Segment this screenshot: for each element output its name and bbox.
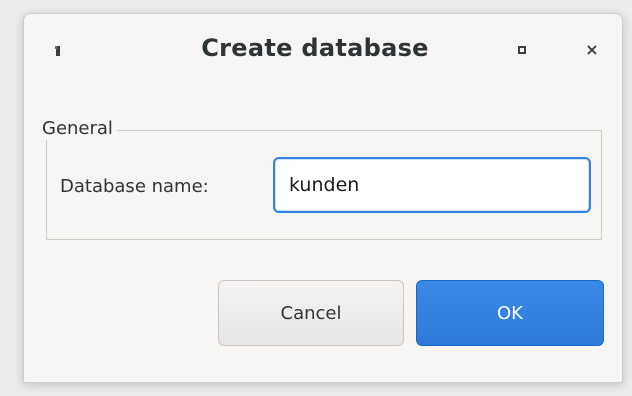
cancel-button[interactable]: Cancel — [218, 280, 404, 346]
database-name-label: Database name: — [60, 176, 209, 197]
dialog-title-row: Create database — [24, 34, 622, 62]
ok-button[interactable]: OK — [416, 280, 604, 346]
maximize-icon[interactable] — [518, 46, 526, 54]
dialog-title: Create database — [201, 34, 429, 62]
title-bar: Create database × — [24, 14, 622, 88]
close-icon[interactable]: × — [585, 41, 599, 59]
database-name-input[interactable] — [273, 157, 591, 213]
general-group-legend: General — [40, 118, 117, 140]
create-database-dialog: Create database × General Database name:… — [23, 13, 623, 383]
